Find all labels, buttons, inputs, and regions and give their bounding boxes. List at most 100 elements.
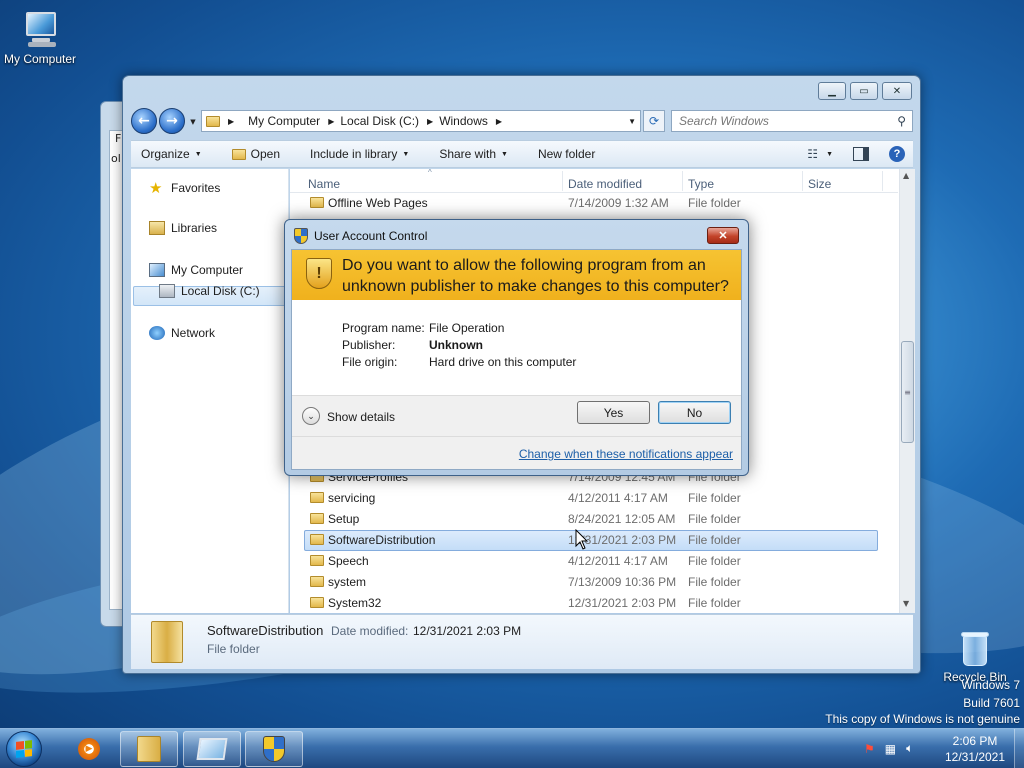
vertical-scrollbar[interactable]: ▲ ≡ ▼ — [899, 169, 915, 613]
dialog-body: ! Do you want to allow the following pro… — [291, 249, 742, 470]
yes-button[interactable]: Yes — [577, 401, 650, 424]
file-date: 7/13/2009 10:36 PM — [568, 575, 677, 589]
program-name-label: Program name: — [342, 321, 425, 335]
show-desktop-button[interactable] — [1014, 729, 1024, 768]
start-button[interactable] — [6, 731, 42, 767]
no-button[interactable]: No — [658, 401, 731, 424]
search-icon[interactable]: ⚲ — [897, 114, 906, 128]
address-dropdown-icon[interactable]: ▼ — [628, 117, 636, 126]
breadcrumb-local-disk[interactable]: Local Disk (C:) — [340, 114, 419, 128]
publisher-value: Unknown — [429, 338, 483, 352]
organize-label: Organize — [141, 147, 190, 161]
file-name: system — [328, 575, 367, 589]
nav-item-libraries[interactable]: Libraries — [149, 221, 217, 235]
include-in-library-button[interactable]: Include in library ▼ — [310, 147, 409, 161]
column-divider[interactable] — [562, 171, 563, 191]
search-input[interactable]: Search Windows ⚲ — [671, 110, 913, 132]
mouse-cursor-icon — [575, 529, 589, 550]
taskbar-clock[interactable]: 2:06 PM 12/31/2021 — [938, 733, 1012, 765]
chevron-right-icon: ▶ — [228, 116, 235, 126]
windows-logo-icon — [16, 740, 32, 758]
folder-icon — [310, 597, 324, 608]
chevron-down-icon: ▼ — [194, 150, 202, 158]
breadcrumb-separator[interactable]: ▶ — [328, 117, 340, 126]
column-header-name[interactable]: Name — [308, 177, 340, 191]
uac-dialog[interactable]: User Account Control ✕ ! Do you want to … — [284, 219, 749, 476]
expand-details-button[interactable]: ⌄ — [302, 407, 320, 425]
computer-icon — [149, 263, 165, 277]
nav-item-local-disk[interactable]: Local Disk (C:) — [159, 284, 260, 298]
taskbar-uac[interactable] — [245, 731, 303, 767]
scroll-up-icon[interactable]: ▲ — [903, 171, 909, 180]
scroll-down-icon[interactable]: ▼ — [903, 599, 909, 608]
drive-icon — [159, 284, 175, 298]
table-row[interactable]: Speech 4/12/2011 4:17 AM File folder — [290, 551, 898, 572]
table-row[interactable]: System32 12/31/2021 2:03 PM File folder — [290, 593, 898, 613]
maximize-button[interactable]: ▭ — [850, 82, 878, 100]
watermark-genuine-notice: This copy of Windows is not genuine — [825, 712, 1020, 726]
scrollbar-thumb[interactable]: ≡ — [901, 341, 914, 443]
table-row[interactable]: Offline Web Pages 7/14/2009 1:32 AM File… — [290, 193, 898, 214]
network-icon — [149, 326, 165, 340]
taskbar-explorer[interactable] — [120, 731, 178, 767]
taskbar: ▶ ⚑ ▦ 🔈︎ 2:06 PM 12/31/2021 — [0, 728, 1024, 768]
forward-button[interactable]: → — [159, 108, 185, 134]
view-dropdown-icon[interactable]: ▼ — [826, 151, 833, 158]
dialog-close-button[interactable]: ✕ — [707, 227, 739, 244]
refresh-button[interactable]: ⟳ — [643, 110, 665, 132]
table-row-selected[interactable]: SoftwareDistribution 12/31/2021 2:03 PM … — [290, 530, 898, 551]
file-name: Offline Web Pages — [328, 196, 428, 210]
breadcrumb-separator[interactable]: ▶ — [496, 117, 508, 126]
breadcrumb-label: My Computer — [248, 114, 321, 128]
close-button[interactable]: ✕ — [882, 82, 912, 100]
recent-pages-button[interactable]: ▼ — [187, 116, 199, 128]
table-row[interactable]: system 7/13/2009 10:36 PM File folder — [290, 572, 898, 593]
file-date: 8/24/2021 12:05 AM — [568, 512, 676, 526]
table-row[interactable]: servicing 4/12/2011 4:17 AM File folder — [290, 488, 898, 509]
chevron-down-icon: ▼ — [402, 150, 410, 158]
action-center-flag-icon[interactable]: ⚑ — [864, 742, 875, 756]
view-options-icon[interactable]: ☷ — [807, 147, 818, 161]
clock-time: 2:06 PM — [952, 734, 998, 748]
organize-button[interactable]: Organize ▼ — [141, 147, 202, 161]
nav-label: Local Disk (C:) — [181, 284, 260, 298]
share-with-button[interactable]: Share with ▼ — [439, 147, 508, 161]
taskbar-computer[interactable] — [183, 731, 241, 767]
include-in-library-label: Include in library — [310, 147, 398, 161]
minimize-button[interactable]: ▁ — [818, 82, 846, 100]
column-header-size[interactable]: Size — [808, 177, 831, 191]
nav-item-network[interactable]: Network — [149, 326, 215, 340]
nav-item-my-computer[interactable]: My Computer — [149, 263, 243, 277]
breadcrumb-windows[interactable]: Windows — [439, 114, 488, 128]
column-header-date-modified[interactable]: Date modified — [568, 177, 642, 191]
back-button[interactable]: ← — [131, 108, 157, 134]
table-row[interactable]: Setup 8/24/2021 12:05 AM File folder — [290, 509, 898, 530]
taskbar-media-player[interactable]: ▶ — [60, 731, 118, 767]
nav-label: Favorites — [171, 181, 221, 195]
change-notifications-link[interactable]: Change when these notifications appear — [519, 447, 733, 461]
breadcrumb-my-computer[interactable]: My Computer — [248, 114, 320, 128]
desktop-icon-recycle-bin[interactable]: Recycle Bin — [935, 630, 1015, 684]
uac-shield-icon — [294, 228, 308, 244]
show-details-link[interactable]: Show details — [327, 410, 395, 424]
monitor-icon — [196, 738, 228, 760]
nav-item-favorites[interactable]: ★ Favorites — [149, 179, 220, 197]
folder-icon — [310, 197, 324, 208]
desktop-icon-my-computer[interactable]: My Computer — [0, 10, 80, 66]
preview-pane-icon[interactable] — [853, 147, 869, 161]
breadcrumb-separator[interactable]: ▶ — [427, 117, 439, 126]
new-folder-button[interactable]: New folder — [538, 147, 595, 161]
help-icon[interactable]: ? — [889, 146, 905, 162]
open-button[interactable]: Open — [231, 147, 280, 161]
address-bar[interactable]: ▶ My Computer ▶ Local Disk (C:) ▶ Window… — [201, 110, 641, 132]
volume-icon[interactable]: 🔈︎ — [906, 741, 913, 756]
folder-icon — [310, 513, 324, 524]
column-divider[interactable] — [802, 171, 803, 191]
column-divider[interactable] — [682, 171, 683, 191]
network-icon[interactable]: ▦ — [885, 742, 896, 756]
breadcrumb-separator[interactable]: ▶ — [228, 117, 240, 126]
search-placeholder: Search Windows — [679, 114, 769, 128]
column-divider[interactable] — [882, 171, 883, 191]
column-header-type[interactable]: Type — [688, 177, 714, 191]
desktop-icon-label: My Computer — [3, 52, 77, 66]
